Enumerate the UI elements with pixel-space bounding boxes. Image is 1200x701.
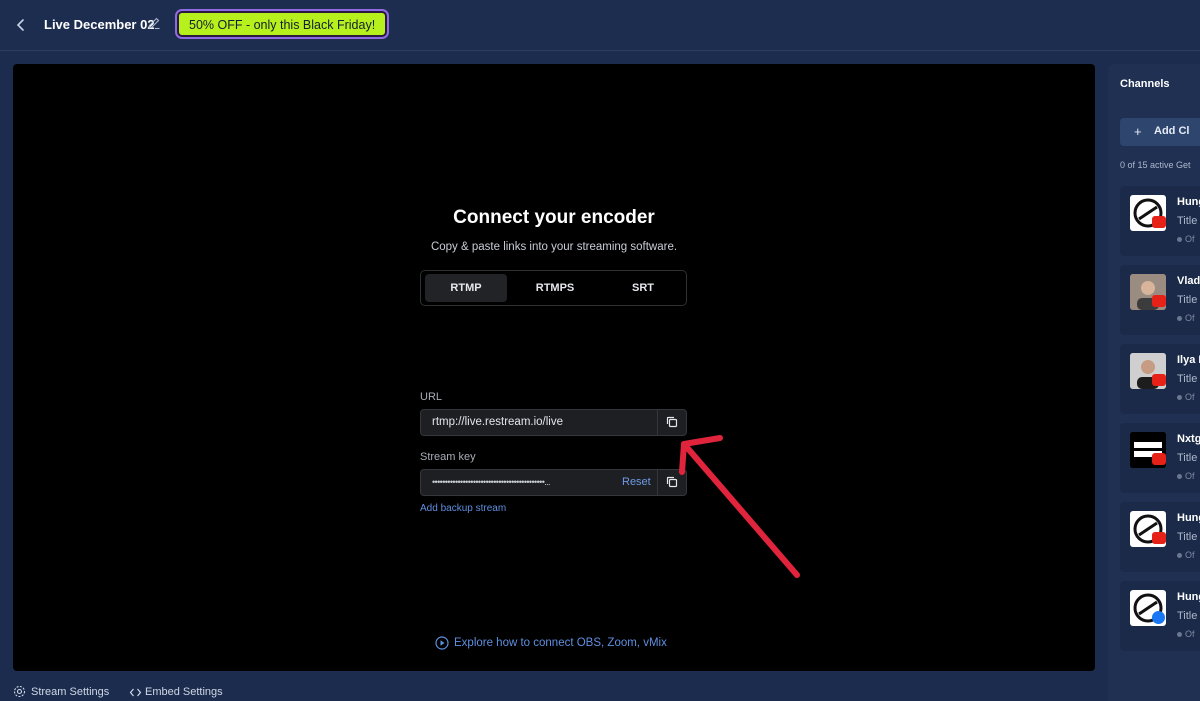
url-value[interactable]: rtmp://live.restream.io/live [432,410,563,435]
copy-icon [666,476,678,488]
copy-key-button[interactable] [657,470,686,495]
youtube-icon [1152,532,1166,544]
stream-key-field[interactable]: ••••••••••••••••••••••••••••••••••••••••… [420,469,687,496]
channel-title: Title [1177,610,1198,622]
add-backup-stream-link[interactable]: Add backup stream [420,503,506,514]
stream-preview: Connect your encoder Copy & paste links … [13,64,1095,671]
channel-card[interactable]: Vlad Title Of [1120,265,1200,335]
channel-name: Vlad [1177,275,1200,287]
play-circle-icon [435,636,449,650]
code-brackets-icon [129,688,142,697]
channel-name: Nxtg [1177,433,1200,445]
channel-title: Title [1177,531,1198,543]
plus-icon: + [1134,124,1142,139]
copy-icon [666,416,678,428]
gear-icon [13,685,26,698]
add-channel-label[interactable]: Add Cl [1154,125,1189,137]
channel-title: Title [1177,215,1198,227]
tab-srt[interactable]: SRT [602,274,684,302]
facebook-icon [1152,611,1165,624]
url-label: URL [420,391,443,403]
youtube-icon [1152,453,1166,465]
black-friday-promo-button[interactable]: 50% OFF - only this Black Friday! [177,11,388,37]
channel-card[interactable]: Nxtg Title Of [1120,423,1200,493]
channel-name: Ilya I [1177,354,1200,366]
channel-status: Of [1177,313,1195,323]
channel-name: Hung [1177,512,1200,524]
channel-status: Of [1177,234,1195,244]
channel-name: Hung [1177,196,1200,208]
channel-title: Title [1177,373,1198,385]
edit-pencil-icon[interactable] [147,16,161,30]
stream-key-value[interactable]: ••••••••••••••••••••••••••••••••••••••••… [432,470,551,495]
stream-key-label: Stream key [420,451,476,463]
channels-title: Channels [1120,78,1170,90]
reset-key-button[interactable]: Reset [622,470,651,495]
back-chevron-icon[interactable] [13,16,29,34]
channel-card[interactable]: Hung Title Of [1120,186,1200,256]
url-field[interactable]: rtmp://live.restream.io/live [420,409,687,436]
channel-name: Hung [1177,591,1200,603]
embed-settings-label[interactable]: Embed Settings [145,686,223,698]
encoder-subtitle: Copy & paste links into your streaming s… [430,241,678,253]
youtube-icon [1152,374,1166,386]
copy-url-button[interactable] [657,410,686,435]
channel-title: Title [1177,294,1198,306]
youtube-icon [1152,216,1166,228]
stream-title: Live December 02 [44,17,155,32]
tab-rtmps[interactable]: RTMPS [514,274,596,302]
channel-status: Of [1177,629,1195,639]
explore-link-text[interactable]: Explore how to connect OBS, Zoom, vMix [454,637,667,649]
youtube-icon [1152,295,1166,307]
protocol-tabs: RTMP RTMPS SRT [420,270,687,306]
active-channels-count: 0 of 15 active Get [1120,160,1191,170]
stream-settings-label[interactable]: Stream Settings [31,686,109,698]
add-channel-button[interactable]: + Add Cl [1120,118,1200,146]
channel-status: Of [1177,550,1195,560]
tab-rtmp[interactable]: RTMP [425,274,507,302]
channel-card[interactable]: Hung Title Of [1120,581,1200,651]
channel-card[interactable]: Hung Title Of [1120,502,1200,572]
channels-sidebar: Channels + Add Cl 0 of 15 active Get Hun… [1108,64,1200,701]
top-bar: Live December 02 50% OFF - only this Bla… [0,0,1200,51]
channel-status: Of [1177,471,1195,481]
encoder-title: Connect your encoder [453,207,655,228]
channel-card[interactable]: Ilya I Title Of [1120,344,1200,414]
channel-status: Of [1177,392,1195,402]
channel-title: Title [1177,452,1198,464]
